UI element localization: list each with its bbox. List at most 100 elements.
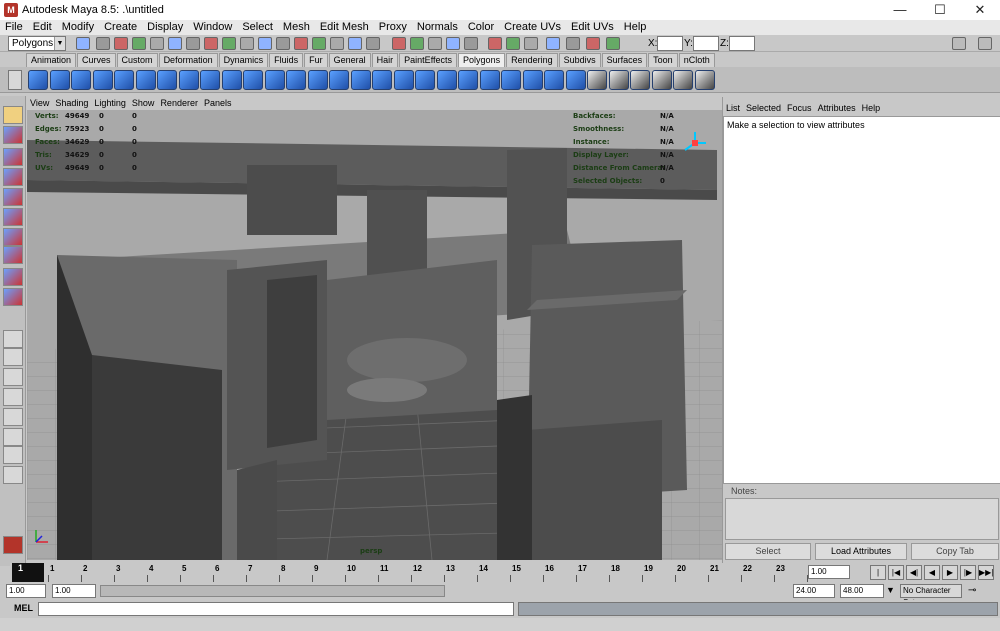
status-tool-icon[interactable] — [506, 37, 520, 50]
polygon-shelf-tool-icon[interactable] — [630, 70, 650, 90]
polygon-shelf-tool-icon[interactable] — [673, 70, 693, 90]
render-layout-icon[interactable] — [3, 446, 23, 464]
close-button[interactable]: ✕ — [960, 0, 1000, 20]
select-tool-icon[interactable] — [3, 106, 23, 124]
status-tool-icon[interactable] — [114, 37, 128, 50]
status-tool-icon[interactable] — [606, 37, 620, 50]
polygon-shelf-tool-icon[interactable] — [372, 70, 392, 90]
polygon-shelf-tool-icon[interactable] — [350, 70, 371, 90]
range-slider-handle[interactable] — [100, 585, 445, 597]
four-pane-layout-icon[interactable] — [3, 348, 23, 366]
status-tool-icon[interactable] — [348, 37, 362, 50]
shelf-tab-surfaces[interactable]: Surfaces — [601, 53, 648, 67]
status-tool-icon[interactable] — [392, 37, 406, 50]
perspective-viewport[interactable]: Verts: 49649 0 0 Edges: 75923 0 0 Faces: 34629 0 0 T… — [27, 110, 722, 560]
status-tool-icon[interactable] — [464, 37, 478, 50]
rotate-tool-icon[interactable] — [3, 188, 23, 206]
shelf-menu-button[interactable] — [8, 70, 22, 90]
menu-select[interactable]: Select — [237, 20, 278, 35]
menu-set-dropdown[interactable]: Polygons ▼ — [8, 36, 66, 51]
shelf-tab-painteffects[interactable]: PaintEffects — [399, 53, 458, 67]
polygon-shelf-tool-icon[interactable] — [307, 70, 328, 90]
ae-menu-selected[interactable]: Selected — [743, 102, 784, 114]
status-tool-icon[interactable] — [240, 37, 254, 50]
polygon-shelf-tool-icon[interactable] — [157, 70, 177, 90]
polygon-shelf-tool-icon[interactable] — [71, 70, 91, 90]
polygon-shelf-tool-icon[interactable] — [608, 70, 629, 90]
attribute-editor-toggle-icon[interactable] — [978, 37, 992, 50]
status-tool-icon[interactable] — [546, 37, 560, 50]
shelf-tab-subdivs[interactable]: Subdivs — [558, 53, 601, 67]
single-pane-layout-icon[interactable] — [3, 330, 23, 348]
select-button[interactable]: Select — [725, 543, 811, 560]
character-set-dropdown[interactable]: No Character Set — [900, 584, 962, 607]
status-tool-icon[interactable] — [150, 37, 164, 50]
polygon-shelf-tool-icon[interactable] — [651, 70, 672, 90]
ae-menu-list[interactable]: List — [723, 102, 743, 114]
polygon-shelf-tool-icon[interactable] — [458, 70, 478, 90]
polygon-shelf-tool-icon[interactable] — [587, 70, 607, 90]
polygon-shelf-tool-icon[interactable] — [544, 70, 564, 90]
polygon-shelf-tool-icon[interactable] — [479, 70, 500, 90]
status-tool-icon[interactable] — [330, 37, 344, 50]
polygon-shelf-tool-icon[interactable] — [135, 70, 156, 90]
shelf-tab-curves[interactable]: Curves — [77, 53, 116, 67]
playback-end-field[interactable]: 24.00 — [793, 584, 835, 598]
menu-file[interactable]: File — [0, 20, 28, 35]
paint-select-icon[interactable] — [3, 148, 23, 166]
polygon-shelf-tool-icon[interactable] — [329, 70, 349, 90]
shelf-tab-rendering[interactable]: Rendering — [506, 53, 558, 67]
menu-window[interactable]: Window — [188, 20, 237, 35]
step-forward-frame-icon[interactable]: |▶ — [960, 565, 976, 580]
polygon-shelf-tool-icon[interactable] — [200, 70, 220, 90]
step-back-frame-icon[interactable]: ◀| — [906, 565, 922, 580]
outliner-layout-icon[interactable] — [3, 388, 23, 406]
status-tool-icon[interactable] — [294, 37, 308, 50]
polygon-shelf-tool-icon[interactable] — [243, 70, 263, 90]
ae-menu-focus[interactable]: Focus — [784, 102, 815, 114]
shelf-tab-fluids[interactable]: Fluids — [269, 53, 304, 67]
polygon-shelf-tool-icon[interactable] — [393, 70, 414, 90]
status-tool-icon[interactable] — [168, 37, 182, 50]
notes-textarea[interactable] — [725, 498, 999, 540]
status-tool-icon[interactable] — [96, 37, 110, 50]
shelf-tab-fur[interactable]: Fur — [304, 53, 328, 67]
shelf-tab-toon[interactable]: Toon — [648, 53, 678, 67]
command-input[interactable] — [38, 602, 514, 616]
menu-color[interactable]: Color — [463, 20, 499, 35]
menu-edit[interactable]: Edit — [28, 20, 57, 35]
lasso-tool-icon[interactable] — [3, 126, 23, 144]
current-frame-marker[interactable]: 1 — [12, 563, 44, 582]
auto-key-icon[interactable]: ⊸ — [968, 585, 976, 596]
x-coord-field[interactable] — [657, 36, 683, 51]
status-tool-icon[interactable] — [204, 37, 218, 50]
load-attributes-button[interactable]: Load Attributes — [815, 543, 907, 560]
hypershade-layout-icon[interactable] — [3, 428, 23, 446]
status-tool-icon[interactable] — [222, 37, 236, 50]
status-tool-icon[interactable] — [258, 37, 272, 50]
command-language-label[interactable]: MEL — [14, 603, 33, 613]
menu-create-uvs[interactable]: Create UVs — [499, 20, 566, 35]
shelf-tab-custom[interactable]: Custom — [116, 53, 158, 67]
status-tool-icon[interactable] — [446, 37, 460, 50]
status-tool-icon[interactable] — [132, 37, 146, 50]
minimize-button[interactable]: — — [880, 0, 920, 20]
ae-menu-help[interactable]: Help — [859, 102, 884, 114]
panel-menu-renderer[interactable]: Renderer — [157, 97, 201, 110]
manipulator-icon[interactable] — [3, 228, 23, 246]
menu-proxy[interactable]: Proxy — [374, 20, 412, 35]
menu-edit-mesh[interactable]: Edit Mesh — [315, 20, 374, 35]
panel-menu-panels[interactable]: Panels — [201, 97, 235, 110]
go-to-start-icon[interactable]: |◀◀ — [870, 565, 886, 590]
status-tool-icon[interactable] — [366, 37, 380, 50]
y-coord-field[interactable] — [693, 36, 719, 51]
status-tool-icon[interactable] — [276, 37, 290, 50]
status-tool-icon[interactable] — [312, 37, 326, 50]
scale-tool-icon[interactable] — [3, 208, 23, 226]
copy-tab-button[interactable]: Copy Tab — [911, 543, 999, 560]
status-tool-icon[interactable] — [428, 37, 442, 50]
shelf-tab-polygons[interactable]: Polygons — [458, 53, 506, 67]
last-tool-icon[interactable] — [3, 268, 23, 286]
menu-mesh[interactable]: Mesh — [278, 20, 315, 35]
menu-help[interactable]: Help — [619, 20, 652, 35]
